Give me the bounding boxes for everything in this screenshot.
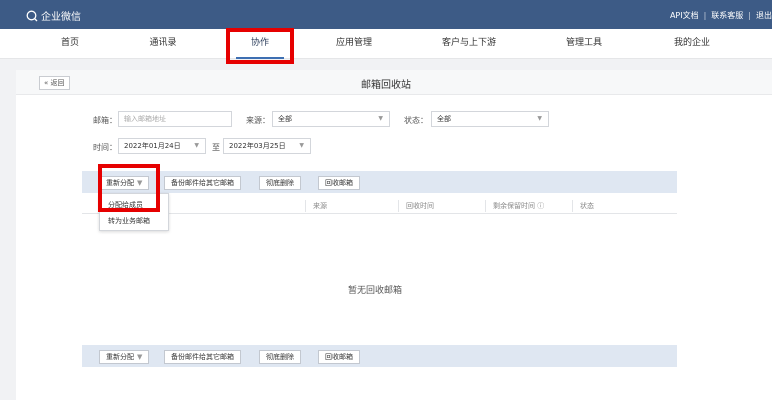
col-source[interactable]: 来源: [313, 201, 327, 211]
mailbox-input[interactable]: 输入邮箱地址: [118, 111, 232, 127]
wecom-logo-icon: [26, 10, 38, 21]
nav-contacts[interactable]: 通讯录: [143, 29, 183, 59]
source-label: 来源：: [246, 116, 270, 125]
contact-support-link[interactable]: 联系客服: [711, 10, 743, 21]
status-value: 全部: [437, 115, 451, 123]
nav-customers[interactable]: 客户与上下游: [436, 29, 502, 59]
status-select[interactable]: 全部 ▼: [431, 111, 549, 127]
link-divider: |: [703, 11, 707, 20]
top-links: API文档 | 联系客服 | 退出: [670, 10, 772, 21]
logout-link[interactable]: 退出: [756, 10, 772, 21]
action-toolbar-top: 重新分配 ▼ 备份邮件给其它邮箱 彻底删除 回收邮箱: [82, 171, 677, 193]
recycle-mailbox-button[interactable]: 回收邮箱: [318, 176, 360, 190]
col-remaining-time[interactable]: 剩余保留时间 ⓘ: [493, 201, 544, 211]
recycle-mailbox-button-bottom[interactable]: 回收邮箱: [318, 350, 360, 364]
start-date: 2022年01月24日: [124, 142, 181, 150]
chevron-down-icon: ▼: [194, 142, 199, 149]
permanent-delete-button-bottom[interactable]: 彻底删除: [259, 350, 301, 364]
app-logo[interactable]: 企业微信: [26, 8, 81, 23]
status-label: 状态：: [404, 116, 428, 125]
column-divider: [398, 200, 399, 212]
chevron-down-icon: ▼: [299, 142, 304, 149]
backup-mail-button[interactable]: 备份邮件给其它邮箱: [164, 176, 241, 190]
reassign-button-bottom[interactable]: 重新分配 ▼: [99, 350, 150, 364]
app-name: 企业微信: [41, 12, 81, 23]
permanent-delete-button[interactable]: 彻底删除: [259, 176, 301, 190]
nav-my-company[interactable]: 我的企业: [670, 29, 714, 59]
col-remaining-time-label: 剩余保留时间: [493, 202, 535, 210]
chevron-down-icon: ▼: [137, 353, 143, 361]
highlight-box-reassign: [98, 164, 160, 212]
end-date: 2022年03月25日: [229, 142, 286, 150]
action-toolbar-bottom: 重新分配 ▼ 备份邮件给其它邮箱 彻底删除 回收邮箱: [82, 345, 677, 367]
start-date-picker[interactable]: 2022年01月24日 ▼: [118, 138, 206, 154]
convert-to-business-mailbox-option[interactable]: 转为业务邮箱: [100, 213, 168, 229]
table-header: 来源 回收时间 剩余保留时间 ⓘ 状态: [82, 198, 677, 214]
col-status[interactable]: 状态: [580, 201, 594, 211]
time-label: 时间：: [93, 143, 117, 152]
panel-header: « 返回 邮箱回收站: [16, 70, 772, 95]
backup-mail-button-bottom[interactable]: 备份邮件给其它邮箱: [164, 350, 241, 364]
nav-management-tools[interactable]: 管理工具: [562, 29, 606, 59]
link-divider: |: [748, 11, 751, 20]
info-icon: ⓘ: [537, 202, 545, 210]
chevron-down-icon: ▼: [378, 115, 383, 122]
end-date-picker[interactable]: 2022年03月25日 ▼: [223, 138, 311, 154]
chevron-down-icon: ▼: [537, 115, 542, 122]
api-docs-link[interactable]: API文档: [670, 10, 699, 21]
nav-home[interactable]: 首页: [55, 29, 85, 59]
main-nav: 首页 通讯录 协作 应用管理 客户与上下游 管理工具 我的企业: [0, 29, 772, 59]
column-divider: [485, 200, 486, 212]
highlight-box-collab-tab: [226, 28, 294, 64]
back-button[interactable]: « 返回: [39, 76, 70, 90]
to-label: 至: [212, 143, 220, 152]
empty-state-text: 暂无回收邮箱: [347, 286, 402, 296]
page-title: 邮箱回收站: [361, 80, 411, 91]
column-divider: [305, 200, 306, 212]
top-bar: 企业微信 API文档 | 联系客服 | 退出: [0, 0, 772, 29]
nav-app-management[interactable]: 应用管理: [332, 29, 376, 59]
column-divider: [572, 200, 573, 212]
col-recycle-time[interactable]: 回收时间: [406, 201, 434, 211]
source-select[interactable]: 全部 ▼: [272, 111, 390, 127]
reassign-label: 重新分配: [106, 353, 134, 361]
source-value: 全部: [278, 115, 292, 123]
mailbox-label: 邮箱：: [93, 116, 117, 125]
